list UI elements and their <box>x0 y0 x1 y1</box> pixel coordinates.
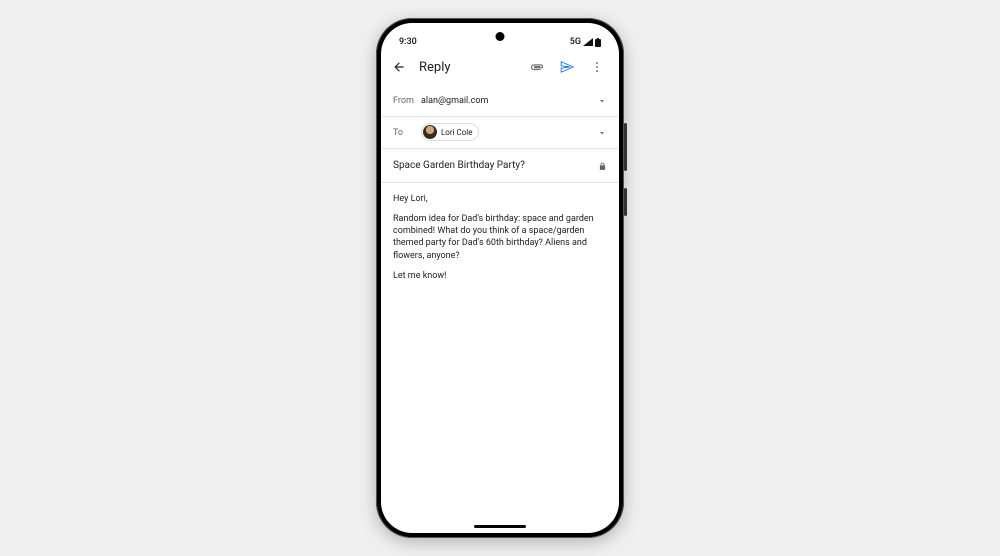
send-icon <box>560 60 574 74</box>
body-paragraph: Let me know! <box>393 270 607 282</box>
from-value: alan@gmail.com <box>421 96 597 106</box>
app-bar: Reply <box>381 49 619 85</box>
attach-icon <box>530 60 544 74</box>
avatar <box>423 125 437 139</box>
compose-body[interactable]: Hey Lori, Random idea for Dad's birthday… <box>381 183 619 519</box>
power-button <box>624 188 627 216</box>
send-button[interactable] <box>557 57 577 77</box>
to-row[interactable]: To Lori Cole <box>381 117 619 149</box>
battery-icon <box>595 38 601 47</box>
chevron-down-icon <box>597 91 607 110</box>
attach-button[interactable] <box>527 57 547 77</box>
subject-row[interactable]: Space Garden Birthday Party? <box>381 149 619 183</box>
network-label: 5G <box>570 37 581 47</box>
screen: 9:30 5G Reply From alan@gmai <box>381 23 619 533</box>
app-title: Reply <box>419 60 517 75</box>
status-time: 9:30 <box>399 37 417 47</box>
to-label: To <box>393 128 421 138</box>
lock-icon <box>598 156 607 175</box>
chevron-down-icon <box>597 123 607 142</box>
to-value: Lori Cole <box>421 123 597 142</box>
back-button[interactable] <box>389 57 409 77</box>
signal-icon <box>583 38 593 46</box>
recipient-chip[interactable]: Lori Cole <box>421 123 479 141</box>
status-right: 5G <box>570 37 601 47</box>
from-label: From <box>393 96 421 106</box>
recipient-name: Lori Cole <box>441 128 472 137</box>
body-paragraph: Random idea for Dad's birthday: space an… <box>393 213 607 262</box>
camera-punch <box>496 32 505 41</box>
more-button[interactable] <box>587 57 607 77</box>
from-row[interactable]: From alan@gmail.com <box>381 85 619 117</box>
subject-text: Space Garden Birthday Party? <box>393 160 525 171</box>
volume-button <box>624 123 627 171</box>
arrow-back-icon <box>392 60 406 74</box>
phone-frame: 9:30 5G Reply From alan@gmai <box>376 18 624 538</box>
gesture-handle[interactable] <box>474 525 526 528</box>
body-paragraph: Hey Lori, <box>393 193 607 205</box>
navigation-bar <box>381 519 619 533</box>
more-vert-icon <box>590 60 604 74</box>
